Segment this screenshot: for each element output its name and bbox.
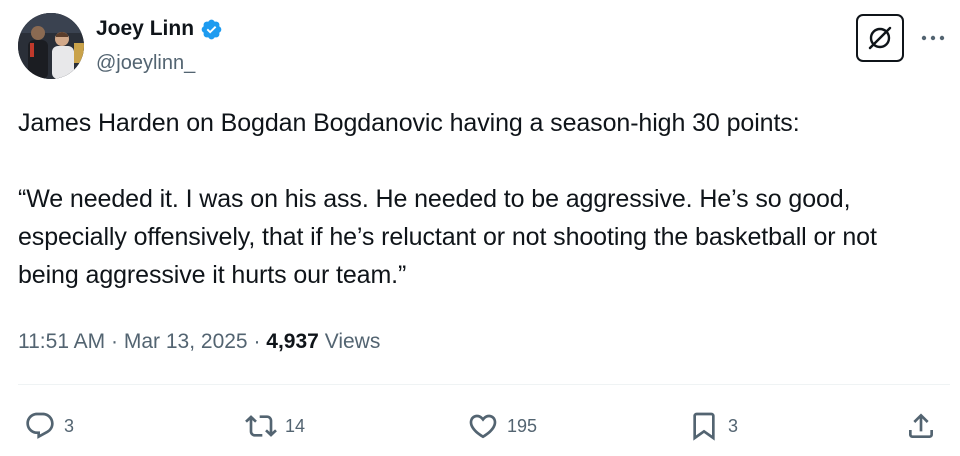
verified-badge-icon <box>200 18 223 41</box>
repost-button[interactable]: 14 <box>245 408 305 444</box>
grok-icon <box>868 26 892 50</box>
grok-button[interactable] <box>856 14 904 62</box>
like-count: 195 <box>507 415 538 436</box>
tweet-text-line-1: James Harden on Bogdan Bogdanovic having… <box>18 109 800 137</box>
bookmark-icon <box>693 412 715 441</box>
share-button[interactable] <box>905 408 937 444</box>
tweet-date[interactable]: Mar 13, 2025 <box>124 330 248 353</box>
more-icon <box>921 35 945 41</box>
tweet-meta: 11:51 AM · Mar 13, 2025 · 4,937 Views <box>18 327 380 357</box>
views-count: 4,937 <box>266 330 319 353</box>
meta-separator: · <box>253 330 261 353</box>
reply-icon <box>26 412 54 439</box>
tweet-card: Joey Linn @joeylinn_ James Harden on Bog… <box>0 0 960 456</box>
bookmark-count: 3 <box>728 415 739 436</box>
repost-count: 14 <box>285 415 306 436</box>
author-name-row: Joey Linn <box>96 16 223 42</box>
avatar-image <box>18 13 84 79</box>
author-name[interactable]: Joey Linn <box>96 16 194 42</box>
views-label: Views <box>324 330 381 353</box>
bookmark-button[interactable]: 3 <box>688 408 738 444</box>
tweet-time[interactable]: 11:51 AM <box>18 330 105 353</box>
tweet-text: James Harden on Bogdan Bogdanovic having… <box>18 104 938 294</box>
meta-separator: · <box>111 330 119 353</box>
reply-count: 3 <box>64 415 75 436</box>
tweet-text-quote: “We needed it. I was on his ass. He need… <box>18 185 877 289</box>
share-icon <box>909 413 933 438</box>
repost-icon <box>245 415 277 437</box>
more-button[interactable] <box>918 26 948 50</box>
author-handle[interactable]: @joeylinn_ <box>96 51 195 75</box>
like-button[interactable]: 195 <box>467 408 537 444</box>
divider <box>18 384 950 385</box>
heart-icon <box>469 414 497 439</box>
avatar[interactable] <box>18 13 84 79</box>
reply-button[interactable]: 3 <box>24 408 74 444</box>
